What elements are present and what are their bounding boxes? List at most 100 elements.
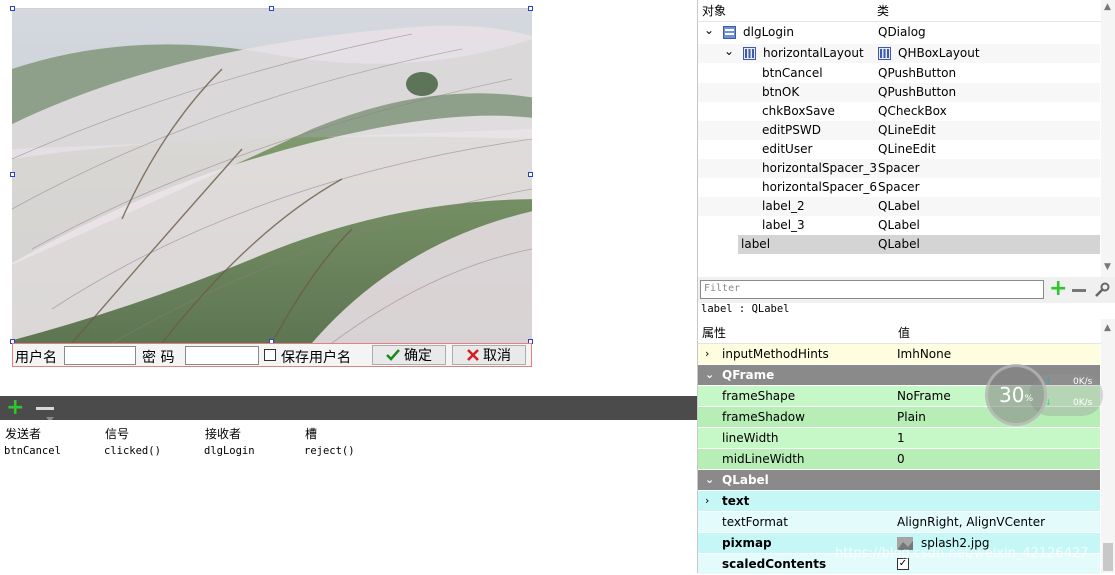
column-header-property[interactable]: 属性 (702, 324, 726, 341)
property-name: midLineWidth (722, 452, 805, 466)
hbox-layout-icon (743, 47, 756, 60)
column-header-class[interactable]: 类 (877, 2, 889, 19)
tree-item-name: horizontalSpacer_3 (762, 161, 877, 175)
splash-image-label[interactable] (12, 8, 532, 343)
tree-item[interactable]: editPSWD QLineEdit (698, 121, 1100, 140)
property-value[interactable]: 1 (897, 431, 905, 445)
tree-item-name: dlgLogin (743, 25, 794, 39)
object-inspector-header: 对象 类 (698, 0, 1102, 22)
table-cell-receiver[interactable]: dlgLogin (204, 445, 255, 457)
property-row[interactable]: › text (698, 491, 1100, 512)
form-preview-canvas[interactable]: 用户名 密 码 保存用户名 确定 取消 (0, 0, 696, 396)
section-title: QLabel (722, 473, 769, 487)
watermark: https://blog.csdn.net/weixin_42126427 (835, 546, 1089, 561)
tree-item[interactable]: btnCancel QPushButton (698, 64, 1100, 83)
column-header-value[interactable]: 值 (898, 324, 910, 341)
chevron-down-icon[interactable]: ⌄ (705, 473, 714, 486)
tree-item-name: editPSWD (762, 123, 821, 137)
object-inspector[interactable]: 对象 类 ⌄ dlgLogin QDialog ⌄ horizontalLayo… (697, 0, 1115, 277)
chevron-right-icon[interactable]: › (705, 494, 709, 507)
wrench-icon[interactable] (1093, 281, 1111, 299)
tree-item-selected[interactable]: label QLabel (738, 235, 1100, 254)
remove-connection-icon[interactable] (36, 407, 54, 410)
tree-item[interactable]: btnOK QPushButton (698, 83, 1100, 102)
ok-button-label: 确定 (404, 348, 432, 364)
tree-item-name: label_3 (762, 218, 805, 232)
table-cell-signal[interactable]: clicked() (104, 445, 161, 457)
checkmark-icon (386, 349, 400, 361)
remove-dynamic-property-icon[interactable] (1072, 289, 1086, 292)
chevron-down-icon[interactable]: ⌄ (724, 44, 734, 58)
splash-image (12, 9, 532, 343)
scroll-down-icon[interactable]: ▼ (1104, 262, 1111, 272)
add-connection-icon[interactable]: + (6, 397, 24, 419)
column-header-slot[interactable]: 槽 (305, 425, 317, 442)
object-inspector-scrollbar[interactable]: ▲ ▼ (1101, 0, 1115, 277)
tree-item-name: btnOK (762, 85, 800, 99)
property-name: frameShape (722, 389, 796, 403)
property-value[interactable]: AlignRight, AlignVCenter (897, 515, 1045, 529)
property-editor[interactable]: 属性 值 › inputMethodHints ImhNone ⌄ QFrame… (697, 319, 1115, 575)
column-header-signal[interactable]: 信号 (105, 425, 129, 442)
property-section-qlabel[interactable]: ⌄ QLabel (698, 470, 1100, 491)
signal-slot-table[interactable]: 发送者 信号 接收者 槽 btnCancel clicked() dlgLogi… (0, 420, 697, 573)
resize-handle-mr[interactable] (528, 172, 533, 177)
property-name: frameShadow (722, 410, 805, 424)
tree-item-name: btnCancel (762, 66, 823, 80)
resize-handle-tl[interactable] (10, 6, 15, 11)
chevron-down-icon[interactable]: ⌄ (704, 23, 714, 37)
add-dynamic-property-icon[interactable]: + (1049, 278, 1067, 300)
scrollbar-thumb[interactable] (1103, 543, 1113, 571)
column-header-sender[interactable]: 发送者 (5, 425, 41, 442)
property-row[interactable]: › inputMethodHints ImhNone (698, 344, 1100, 365)
property-editor-scrollbar[interactable]: ▲ (1101, 319, 1115, 573)
tree-item[interactable]: label_3 QLabel (698, 216, 1100, 235)
tree-item-name: horizontalSpacer_6 (762, 180, 877, 194)
scroll-up-icon[interactable]: ▲ (1104, 323, 1111, 333)
dialog-icon (723, 26, 736, 39)
property-value[interactable]: ImhNone (897, 347, 951, 361)
tree-item[interactable]: horizontalSpacer_3 Spacer (698, 159, 1100, 178)
property-name: text (722, 494, 750, 508)
chevron-right-icon[interactable]: › (705, 347, 709, 360)
property-name: lineWidth (722, 431, 779, 445)
tree-item[interactable]: ⌄ dlgLogin QDialog (698, 23, 1100, 42)
table-cell-slot[interactable]: reject() (304, 445, 355, 457)
download-arrow-icon: ↓ (1045, 398, 1052, 407)
property-row[interactable]: textFormat AlignRight, AlignVCenter (698, 512, 1100, 533)
table-cell-sender[interactable]: btnCancel (4, 445, 61, 457)
property-value[interactable]: Plain (897, 410, 926, 424)
tree-item-class: QPushButton (878, 66, 957, 80)
tree-item[interactable]: horizontalSpacer_6 Spacer (698, 178, 1100, 197)
property-value[interactable]: NoFrame (897, 389, 951, 403)
ok-button[interactable]: 确定 (372, 345, 446, 365)
horizontal-layout[interactable]: 用户名 密 码 保存用户名 确定 取消 (12, 343, 532, 367)
scroll-up-icon[interactable]: ▲ (1104, 2, 1111, 12)
password-input[interactable] (185, 346, 259, 365)
chevron-down-icon[interactable]: ⌄ (705, 368, 714, 381)
save-user-checkbox[interactable] (264, 349, 276, 361)
filter-input[interactable]: Filter (700, 280, 1044, 299)
tree-item-class: QCheckBox (878, 104, 947, 118)
property-value[interactable]: 0 (897, 452, 905, 466)
resize-handle-tm[interactable] (269, 6, 274, 11)
property-filter-bar: Filter + (697, 277, 1115, 303)
property-editor-header: 属性 值 (698, 319, 1102, 344)
username-input[interactable] (64, 346, 136, 365)
tree-item[interactable]: editUser QLineEdit (698, 140, 1100, 159)
tree-item-class: QHBoxLayout (898, 46, 980, 60)
property-row[interactable]: midLineWidth 0 (698, 449, 1100, 470)
tree-item[interactable]: ⌄ horizontalLayout QHBoxLayout (698, 44, 1100, 63)
cancel-button[interactable]: 取消 (452, 345, 526, 365)
resize-handle-tr[interactable] (528, 6, 533, 11)
column-header-receiver[interactable]: 接收者 (205, 425, 241, 442)
column-header-object[interactable]: 对象 (702, 2, 726, 19)
tree-item[interactable]: label_2 QLabel (698, 197, 1100, 216)
cancel-button-label: 取消 (483, 348, 511, 364)
network-monitor-widget[interactable]: 30% ↑ 0K/s ↓ 0K/s (985, 364, 1103, 426)
password-label: 密 码 (142, 350, 175, 366)
resize-handle-ml[interactable] (10, 172, 15, 177)
property-row[interactable]: lineWidth 1 (698, 428, 1100, 449)
property-name: pixmap (722, 536, 772, 550)
tree-item[interactable]: chkBoxSave QCheckBox (698, 102, 1100, 121)
